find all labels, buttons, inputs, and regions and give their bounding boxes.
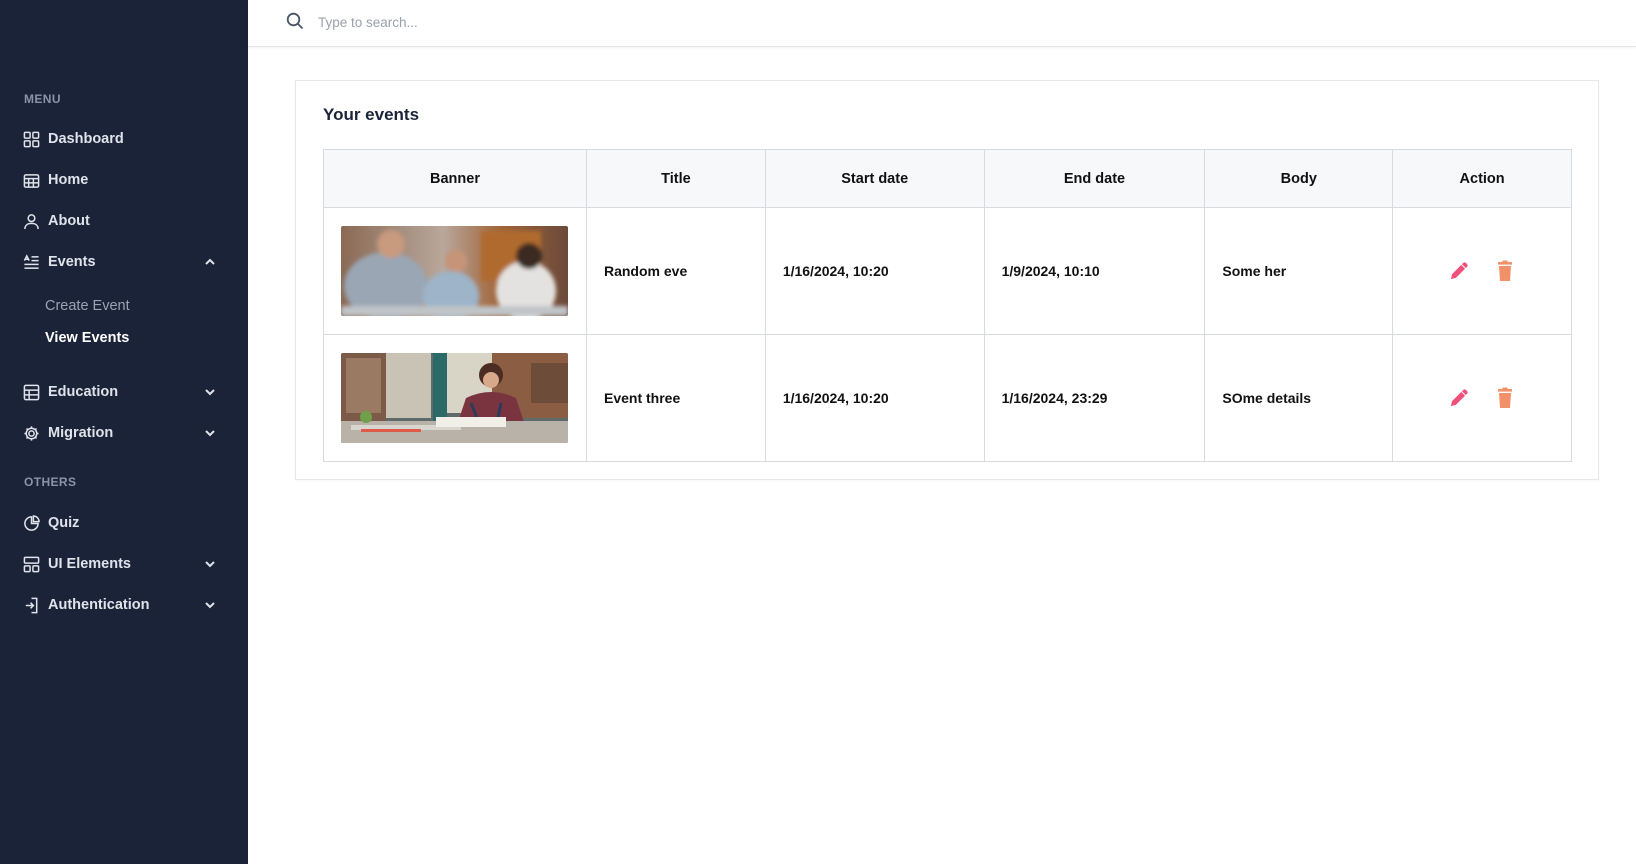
menu-heading: MENU xyxy=(24,92,61,106)
end-date-cell: 1/9/2024, 10:10 xyxy=(983,207,1206,335)
table-icon xyxy=(22,383,40,401)
sidebar-item-label: About xyxy=(48,213,90,229)
body-cell: Some her xyxy=(1204,207,1394,335)
sidebar-item-label: Authentication xyxy=(48,597,150,613)
sidebar-item-education[interactable]: Education xyxy=(22,378,218,406)
column-header-body: Body xyxy=(1204,149,1394,208)
sidebar-item-events[interactable]: Events xyxy=(22,248,218,276)
chevron-down-icon[interactable] xyxy=(202,556,218,572)
sidebar-item-authentication[interactable]: Authentication xyxy=(22,591,218,619)
sidebar-item-label: Quiz xyxy=(48,515,80,531)
page-title: Your events xyxy=(323,105,420,124)
column-header-end-date: End date xyxy=(983,149,1206,208)
sidebar-item-label: Education xyxy=(48,384,119,400)
sidebar-item-home[interactable]: Home xyxy=(22,166,218,194)
banner-image xyxy=(341,353,568,443)
title-cell: Event three xyxy=(585,334,766,462)
pie-chart-icon xyxy=(22,514,40,532)
title-cell: Random eve xyxy=(585,207,766,335)
column-header-action: Action xyxy=(1392,149,1572,208)
action-cell xyxy=(1392,334,1572,462)
edit-icon[interactable] xyxy=(1445,384,1473,412)
sidebar-item-label: Events xyxy=(48,254,96,270)
sidebar-item-about[interactable]: About xyxy=(22,207,218,235)
calendar-icon xyxy=(22,171,40,189)
chevron-down-icon[interactable] xyxy=(202,597,218,613)
column-header-banner: Banner xyxy=(323,149,587,208)
body-cell: SOme details xyxy=(1204,334,1394,462)
column-header-title: Title xyxy=(585,149,766,208)
list-icon xyxy=(22,253,40,271)
gear-icon xyxy=(22,424,40,442)
sidebar-subitem-create-event[interactable]: Create Event xyxy=(45,298,130,314)
sidebar-item-label: Migration xyxy=(48,425,114,441)
user-icon xyxy=(22,212,40,230)
layout-icon xyxy=(22,555,40,573)
sidebar-item-quiz[interactable]: Quiz xyxy=(22,509,218,537)
sidebar-item-label: UI Elements xyxy=(48,556,131,572)
sidebar: MENU Dashboard Home About Events Create … xyxy=(0,0,248,864)
banner-image xyxy=(341,226,568,316)
sidebar-item-dashboard[interactable]: Dashboard xyxy=(22,125,218,153)
start-date-cell: 1/16/2024, 10:20 xyxy=(764,334,985,462)
login-icon xyxy=(22,596,40,614)
search-icon[interactable] xyxy=(286,12,304,30)
events-table: Banner Title Start date End date Body Ac… xyxy=(323,149,1572,462)
topbar xyxy=(248,0,1636,47)
grid-icon xyxy=(22,130,40,148)
edit-icon[interactable] xyxy=(1445,257,1473,285)
chevron-up-icon[interactable] xyxy=(202,254,218,270)
sidebar-item-ui-elements[interactable]: UI Elements xyxy=(22,550,218,578)
banner-cell xyxy=(323,334,587,462)
chevron-down-icon[interactable] xyxy=(202,425,218,441)
search-input[interactable] xyxy=(318,10,918,34)
events-card: Your events Banner Title Start date End … xyxy=(295,80,1599,480)
sidebar-item-migration[interactable]: Migration xyxy=(22,419,218,447)
table-row: Event three 1/16/2024, 10:20 1/16/2024, … xyxy=(323,334,1572,462)
end-date-cell: 1/16/2024, 23:29 xyxy=(983,334,1206,462)
banner-cell xyxy=(323,207,587,335)
action-cell xyxy=(1392,207,1572,335)
sidebar-subitem-view-events[interactable]: View Events xyxy=(45,330,129,346)
sidebar-item-label: Home xyxy=(48,172,89,188)
delete-icon[interactable] xyxy=(1491,384,1519,412)
sidebar-item-label: Dashboard xyxy=(48,131,124,147)
delete-icon[interactable] xyxy=(1491,257,1519,285)
column-header-start-date: Start date xyxy=(764,149,985,208)
table-header-row: Banner Title Start date End date Body Ac… xyxy=(323,149,1572,208)
start-date-cell: 1/16/2024, 10:20 xyxy=(764,207,985,335)
others-heading: OTHERS xyxy=(24,475,77,489)
chevron-down-icon[interactable] xyxy=(202,384,218,400)
table-row: Random eve 1/16/2024, 10:20 1/9/2024, 10… xyxy=(323,207,1572,335)
